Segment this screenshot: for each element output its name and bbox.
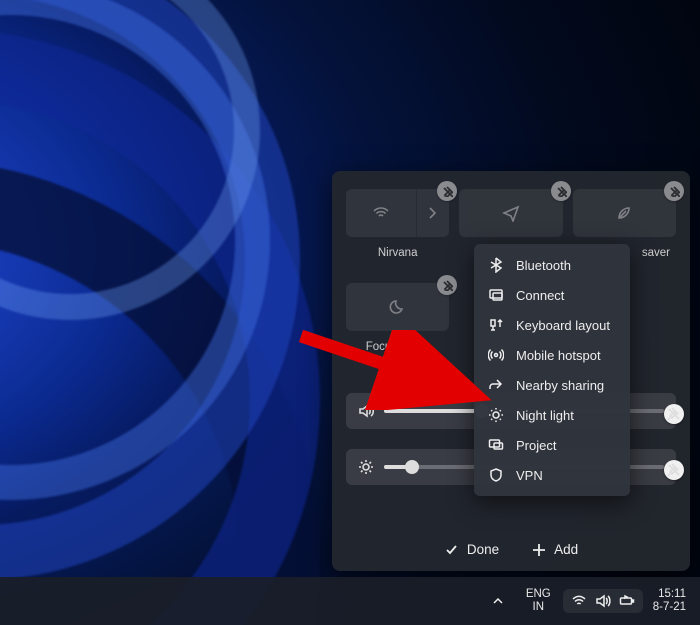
focus-assist-label: Focus assist: [346, 339, 449, 353]
menu-item-bluetooth[interactable]: Bluetooth: [474, 250, 630, 280]
check-icon: [444, 542, 459, 557]
taskbar: ENGIN 15:118-7-21: [0, 577, 700, 625]
focus-assist-tile[interactable]: [346, 283, 449, 331]
nightlight-icon: [488, 407, 504, 423]
shield-icon: [488, 467, 504, 483]
wifi-label: Nirvana: [346, 245, 449, 259]
system-tray[interactable]: [563, 589, 643, 613]
plus-icon: [531, 542, 546, 557]
tray-overflow-button[interactable]: [482, 589, 514, 613]
bluetooth-icon: [488, 257, 504, 273]
airplane-icon: [502, 204, 520, 222]
project-icon: [488, 437, 504, 453]
done-button[interactable]: Done: [444, 542, 499, 557]
quick-settings-panel: Nirvana saver Focus assist Done Add: [332, 171, 690, 571]
hotspot-icon: [488, 347, 504, 363]
sun-icon: [358, 459, 374, 475]
menu-item-keyboard-layout[interactable]: Keyboard layout: [474, 310, 630, 340]
speaker-icon: [358, 403, 374, 419]
moon-icon: [389, 298, 407, 316]
chevron-up-icon: [490, 593, 506, 609]
done-label: Done: [467, 542, 499, 557]
leaf-icon: [615, 204, 633, 222]
unpin-button[interactable]: [551, 181, 571, 201]
menu-item-night-light[interactable]: Night light: [474, 400, 630, 430]
connect-icon: [488, 287, 504, 303]
menu-item-nearby-sharing[interactable]: Nearby sharing: [474, 370, 630, 400]
wifi-icon: [571, 593, 587, 609]
airplane-tile[interactable]: [459, 189, 562, 237]
wifi-tile[interactable]: [346, 189, 449, 237]
menu-item-project[interactable]: Project: [474, 430, 630, 460]
add-button[interactable]: Add: [531, 542, 578, 557]
menu-item-mobile-hotspot[interactable]: Mobile hotspot: [474, 340, 630, 370]
unpin-button[interactable]: [664, 181, 684, 201]
add-label: Add: [554, 542, 578, 557]
clock[interactable]: 15:118-7-21: [647, 588, 692, 614]
unpin-button[interactable]: [664, 460, 684, 480]
unpin-button[interactable]: [437, 181, 457, 201]
share-icon: [488, 377, 504, 393]
unpin-button[interactable]: [437, 275, 457, 295]
keyboard-icon: [488, 317, 504, 333]
language-indicator[interactable]: ENGIN: [518, 584, 559, 617]
add-menu: Bluetooth Connect Keyboard layout Mobile…: [474, 244, 630, 496]
unpin-button[interactable]: [664, 404, 684, 424]
menu-item-vpn[interactable]: VPN: [474, 460, 630, 490]
battery-icon: [619, 593, 635, 609]
wifi-icon: [372, 204, 390, 222]
speaker-icon: [595, 593, 611, 609]
menu-item-connect[interactable]: Connect: [474, 280, 630, 310]
chevron-right-icon: [424, 204, 442, 222]
battery-saver-tile[interactable]: [573, 189, 676, 237]
